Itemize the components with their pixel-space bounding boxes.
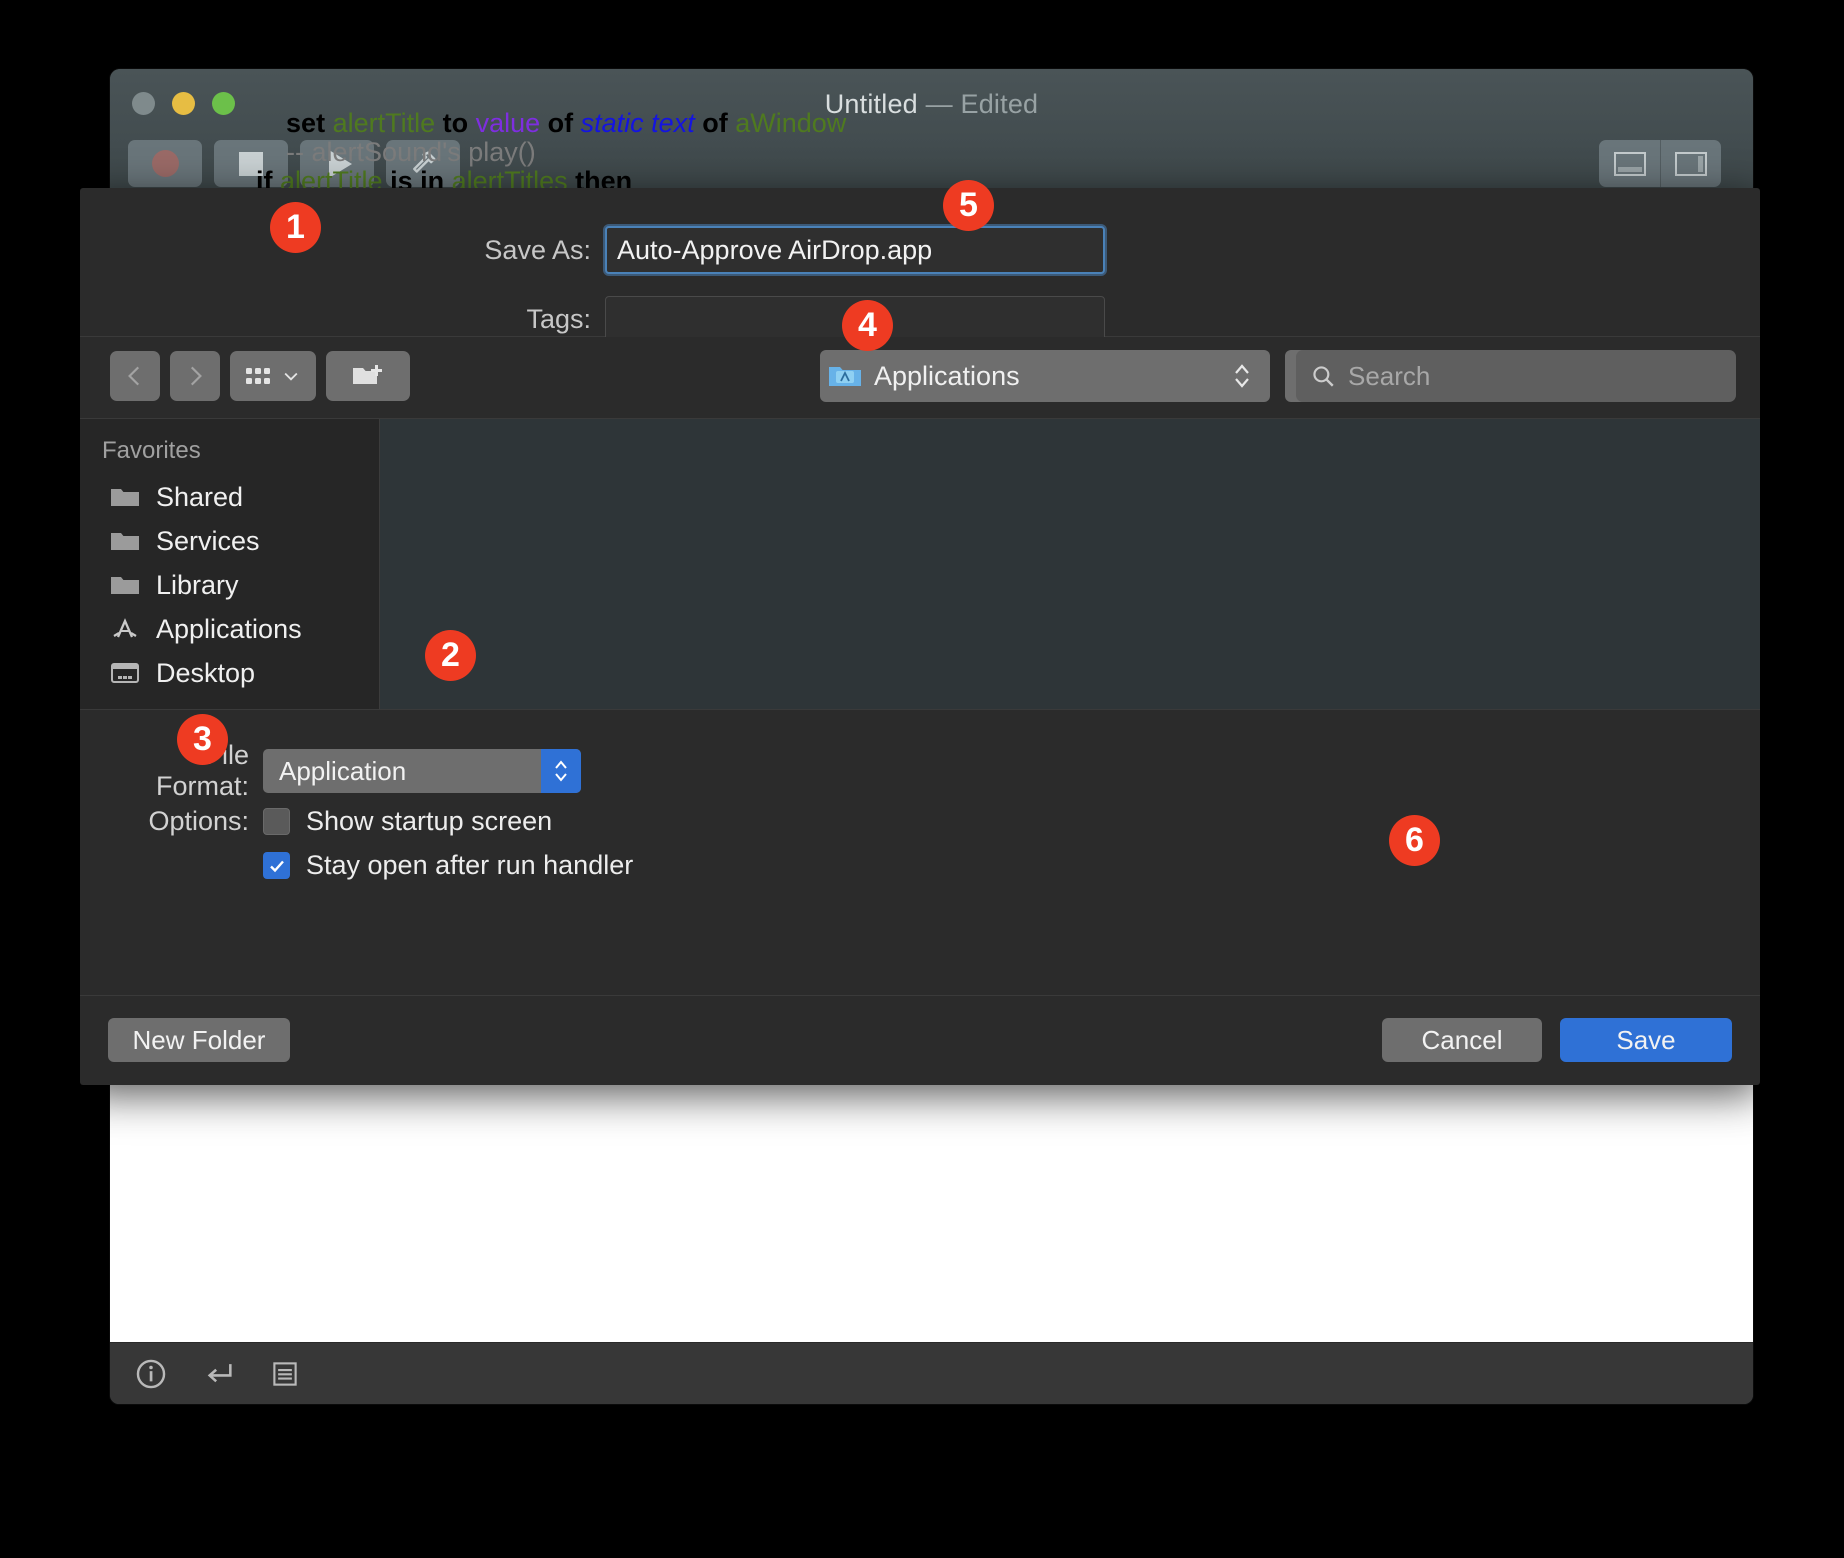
sidebar-item-library[interactable]: Library bbox=[80, 563, 379, 607]
tags-label: Tags: bbox=[526, 303, 591, 334]
sidebar-item-label: Desktop bbox=[156, 657, 256, 688]
view-mode-button[interactable] bbox=[230, 351, 316, 401]
save-button[interactable]: Save bbox=[1560, 1018, 1732, 1062]
save-as-value: Auto-Approve AirDrop.app bbox=[617, 234, 933, 265]
back-button[interactable] bbox=[110, 351, 160, 401]
new-folder-icon bbox=[353, 365, 382, 384]
sidebar-item-shared[interactable]: Shared bbox=[80, 475, 379, 519]
search-placeholder: Search bbox=[1348, 360, 1431, 391]
location-popup-button[interactable]: Applications bbox=[820, 350, 1270, 402]
sidebar-item-label: Services bbox=[156, 525, 260, 556]
file-format-popup-button[interactable]: Application bbox=[263, 749, 581, 793]
code-line: -- alertSound's play() bbox=[286, 137, 536, 167]
file-browser-toolbar: Applications Search bbox=[80, 337, 1760, 419]
file-list-area[interactable] bbox=[380, 419, 1760, 709]
chevron-left-icon bbox=[128, 366, 140, 386]
info-icon[interactable] bbox=[134, 1357, 168, 1391]
sidebar-item-desktop[interactable]: Desktop bbox=[80, 651, 379, 695]
grid-view-icon bbox=[246, 368, 270, 384]
editor-status-bar bbox=[110, 1342, 1753, 1404]
sidebar-item-services[interactable]: Services bbox=[80, 519, 379, 563]
sidebar-item-label: Shared bbox=[156, 481, 244, 512]
search-icon bbox=[1313, 366, 1334, 387]
return-arrow-icon[interactable] bbox=[202, 1357, 236, 1391]
callout-badge-1: 1 bbox=[270, 202, 321, 253]
options-row-startup: Options: Show startup screen bbox=[110, 806, 552, 837]
chevron-right-icon bbox=[190, 366, 202, 386]
options-row-stayopen: Stay open after run handler bbox=[110, 850, 633, 881]
save-as-label: Save As: bbox=[484, 234, 591, 265]
stay-open-checkbox[interactable] bbox=[263, 852, 290, 879]
new-folder-toolbar-button[interactable] bbox=[326, 351, 410, 401]
file-format-stepper[interactable] bbox=[541, 749, 581, 793]
callout-badge-2: 2 bbox=[425, 630, 476, 681]
file-format-value: Application bbox=[279, 755, 407, 786]
folder-icon bbox=[111, 533, 139, 550]
save-dialog-header: Save As: Auto-Approve AirDrop.app Tags: bbox=[80, 188, 1760, 342]
up-down-stepper-icon bbox=[1235, 364, 1249, 388]
applications-folder-icon bbox=[829, 367, 861, 386]
save-options-section: File Format: Application Options: Show s… bbox=[80, 709, 1760, 995]
callout-badge-5: 5 bbox=[943, 180, 994, 231]
callout-badge-3: 3 bbox=[177, 714, 228, 765]
folder-icon bbox=[111, 489, 139, 506]
sidebar-item-applications[interactable]: Applications bbox=[80, 607, 379, 651]
search-input[interactable]: Search bbox=[1296, 350, 1736, 402]
tags-row: Tags: bbox=[290, 296, 1105, 342]
save-dialog: Save As: Auto-Approve AirDrop.app Tags: bbox=[80, 188, 1760, 1085]
list-icon[interactable] bbox=[270, 1359, 300, 1389]
file-browser-body: Favorites Shared Services Library Applic… bbox=[80, 419, 1760, 709]
cancel-button[interactable]: Cancel bbox=[1382, 1018, 1542, 1062]
folder-icon bbox=[111, 577, 139, 594]
code-line: set alertTitle to value of static text o… bbox=[286, 108, 847, 138]
new-folder-button[interactable]: New Folder bbox=[108, 1018, 290, 1062]
show-startup-screen-checkbox[interactable] bbox=[263, 808, 290, 835]
up-down-stepper-icon bbox=[555, 760, 567, 782]
callout-badge-6: 6 bbox=[1389, 815, 1440, 866]
forward-button[interactable] bbox=[170, 351, 220, 401]
screenshot-root: Untitled — Edited set alertTitle to valu… bbox=[0, 0, 1844, 1558]
stay-open-label: Stay open after run handler bbox=[306, 850, 634, 880]
desktop-icon bbox=[111, 663, 139, 683]
chevron-down-icon bbox=[284, 372, 298, 381]
applications-icon bbox=[113, 618, 137, 638]
nav-button-group bbox=[110, 351, 410, 401]
sidebar-item-label: Applications bbox=[156, 613, 302, 644]
callout-badge-4: 4 bbox=[842, 300, 893, 351]
save-dialog-footer: New Folder Cancel Save bbox=[80, 995, 1760, 1085]
options-label: Options: bbox=[148, 806, 249, 836]
save-as-row: Save As: Auto-Approve AirDrop.app bbox=[290, 224, 1107, 276]
save-as-input[interactable]: Auto-Approve AirDrop.app bbox=[603, 224, 1107, 276]
sidebar-header: Favorites bbox=[102, 437, 201, 464]
location-label: Applications bbox=[874, 360, 1020, 391]
show-startup-screen-label: Show startup screen bbox=[306, 806, 553, 836]
sidebar-item-label: Library bbox=[156, 569, 239, 600]
checkmark-icon bbox=[269, 860, 284, 872]
sidebar: Favorites Shared Services Library Applic… bbox=[80, 419, 380, 709]
